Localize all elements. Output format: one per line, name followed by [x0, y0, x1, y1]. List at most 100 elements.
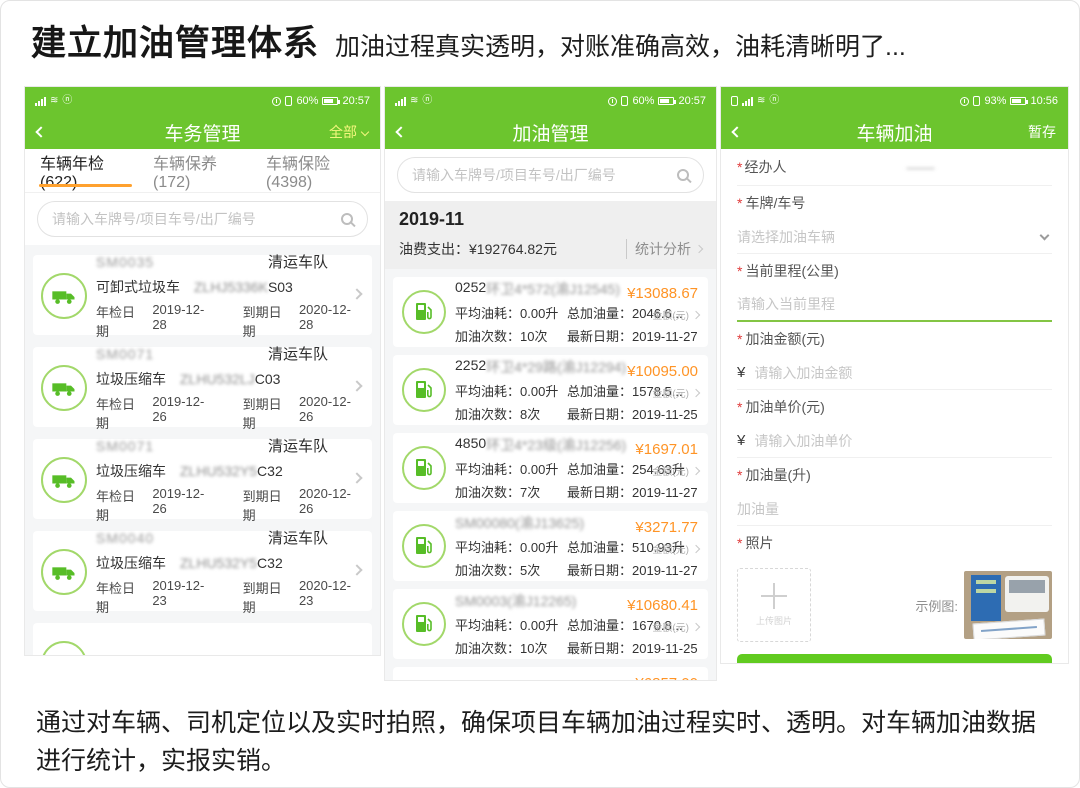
truck-icon — [41, 273, 87, 319]
fuel-management-screen: ≋ ⓝ 60% 20:57 加油管理 — [384, 86, 717, 681]
amount-value: ¥10095.00 — [627, 363, 698, 380]
vehicle-select[interactable]: 请选择加油车辆 — [737, 220, 1052, 254]
vehicle-code: C32 — [257, 463, 283, 479]
wifi-icon: ≋ — [757, 96, 765, 106]
truck-icon — [41, 549, 87, 595]
vehicle-id: SM0040 — [96, 656, 154, 657]
latest-date-label: 最新日期： — [567, 563, 632, 578]
save-draft-button[interactable]: 暂存 — [1028, 122, 1056, 142]
vibrate-icon — [973, 96, 980, 106]
vehicle-id: SM0040 — [96, 530, 154, 546]
record-plate-blurred: 环卫4*23级(渝J12256) — [486, 435, 626, 455]
total-fuel-label: 总加油量： — [567, 540, 632, 555]
filter-all-dropdown[interactable]: 全部 — [329, 122, 368, 142]
required-mark: * — [737, 399, 742, 415]
vehicle-label-row: * 车牌/车号 — [737, 186, 1052, 220]
vehicle-code-blurred: ZLHU532Y5 — [180, 555, 257, 571]
amount-value: ¥10680.41 — [627, 597, 698, 614]
fuel-record-item[interactable]: SM0003(渝J12265) 平均油耗：0.00升 总加油量：1670.8..… — [393, 589, 708, 659]
avg-fuel-label: 平均油耗： — [455, 618, 520, 633]
expiry-date: 2020-12-26 — [299, 486, 362, 524]
wifi-icon: ≋ — [50, 96, 58, 106]
expense-label: 油费支出： — [399, 241, 469, 257]
latest-date-value: 2019-11-27 — [632, 485, 698, 500]
tab-maintenance[interactable]: 车辆保养(172) — [150, 149, 247, 192]
nfc-icon: ⓝ — [62, 96, 72, 106]
total-fuel-label: 总加油量： — [567, 462, 632, 477]
mileage-placeholder: 请输入当前里程 — [737, 294, 835, 314]
amount-placeholder: 请输入加油金额 — [754, 363, 852, 383]
nav-bar: 车务管理 全部 — [25, 115, 380, 149]
operator-field[interactable]: * 经办人 —— — [737, 149, 1052, 186]
statistics-link[interactable]: 统计分析 — [626, 239, 702, 259]
fuel-pump-icon — [402, 368, 446, 412]
vehicle-list-item[interactable]: SM0040 清运车队 垃圾压缩车 ZLHU532Y5C32 年检日期 2019… — [33, 531, 372, 611]
signal-icon — [35, 97, 46, 106]
record-plate-blurred: SM00080(渝J13625) — [455, 513, 584, 533]
inspection-date: 2019-12-26 — [152, 394, 215, 432]
expiry-date: 2020-12-23 — [299, 578, 362, 616]
volume-input[interactable]: 加油量 — [737, 492, 1052, 526]
fuel-record-item[interactable]: 4850环卫4*23级(渝J12256) 平均油耗：0.00升 总加油量：254… — [393, 433, 708, 503]
amount-input[interactable]: ¥ 请输入加油金额 — [737, 356, 1052, 390]
required-mark: * — [737, 159, 742, 175]
amount-label: 加油金额(元) — [745, 329, 824, 349]
avg-fuel-label: 平均油耗： — [455, 306, 520, 321]
mileage-input[interactable]: 请输入当前里程 — [737, 288, 1052, 322]
fuel-record-item[interactable]: 2252环卫4*29路(渝J12294) 平均油耗：0.00升 总加油量：157… — [393, 355, 708, 425]
fuel-times-label: 加油次数： — [455, 485, 520, 500]
price-input[interactable]: ¥ 请输入加油单价 — [737, 424, 1052, 458]
vehicle-list-item[interactable]: SM0035 清运车队 可卸式垃圾车 ZLHJ5336KS03 年检日期 201… — [33, 255, 372, 335]
photo-section: 上传图片 示例图: — [737, 568, 1052, 642]
inspection-date-label: 年检日期 — [96, 486, 145, 524]
upload-photo-button[interactable]: 上传图片 — [737, 568, 811, 642]
search-input[interactable] — [412, 167, 669, 183]
submit-button[interactable]: 提交 — [737, 654, 1052, 664]
required-mark: * — [737, 331, 742, 347]
photo-label: 照片 — [745, 533, 773, 553]
fuel-pump-icon — [402, 290, 446, 334]
vehicle-list-item[interactable]: SM0071 清运车队 垃圾压缩车 ZLHU532LJC03 年检日期 2019… — [33, 347, 372, 427]
fuel-pump-icon — [402, 602, 446, 646]
latest-date-value: 2019-11-27 — [632, 563, 698, 578]
mileage-label-row: * 当前里程(公里) — [737, 254, 1052, 288]
vehicle-list: SM0035 清运车队 可卸式垃圾车 ZLHJ5336KS03 年检日期 201… — [25, 245, 380, 656]
battery-percent: 93% — [984, 95, 1006, 107]
record-id: 2252 — [455, 357, 486, 377]
nav-bar: 加油管理 — [385, 115, 716, 149]
screenshot-canvas: 建立加油管理体系 加油过程真实透明，对账准确高效，油耗清晰明了... ≋ ⓝ 6… — [0, 0, 1080, 788]
vehicle-list-item[interactable]: SM0040 清运车队 — [33, 623, 372, 656]
inspection-date-label: 年检日期 — [96, 394, 145, 432]
fuel-pump-icon — [402, 680, 446, 681]
fleet-name: 清运车队 — [268, 251, 328, 272]
status-bar: ≋ ⓝ 60% 20:57 — [25, 87, 380, 115]
tab-annual-inspection[interactable]: 车辆年检(622) — [37, 149, 134, 192]
expiry-date: 2020-12-28 — [299, 302, 362, 340]
latest-date-value: 2019-11-25 — [632, 407, 698, 422]
fleet-name: 清运车队 — [268, 435, 328, 456]
battery-percent: 60% — [296, 95, 318, 107]
tab-insurance[interactable]: 车辆保险(4398) — [263, 149, 368, 192]
phone-screens-row: ≋ ⓝ 60% 20:57 车务管理 全部 — [24, 86, 1069, 681]
search-box[interactable] — [397, 157, 704, 193]
expense-value: ¥192764.82元 — [469, 241, 557, 257]
battery-icon — [322, 97, 338, 105]
plus-icon — [761, 583, 787, 609]
avg-fuel-label: 平均油耗： — [455, 384, 520, 399]
amount-unit-label: 金额(元) — [652, 619, 689, 634]
search-box[interactable] — [37, 201, 368, 237]
latest-date-value: 2019-11-25 — [632, 641, 698, 656]
amount-unit-label: 金额(元) — [652, 541, 689, 556]
fuel-record-item[interactable]: SM0000 ¥6857.00 金额(元) — [393, 667, 708, 681]
battery-icon — [658, 97, 674, 105]
truck-icon — [41, 365, 87, 411]
vehicle-code: S03 — [268, 279, 293, 295]
vehicle-list-item[interactable]: SM0071 清运车队 垃圾压缩车 ZLHU532Y5C32 年检日期 2019… — [33, 439, 372, 519]
example-group: 示例图: — [915, 571, 1052, 639]
fuel-times-value: 7次 — [520, 485, 540, 500]
fuel-record-item[interactable]: SM00080(渝J13625) 平均油耗：0.00升 总加油量：510.93升… — [393, 511, 708, 581]
status-time: 20:57 — [678, 95, 706, 107]
fuel-times-label: 加油次数： — [455, 563, 520, 578]
search-input[interactable] — [52, 211, 333, 227]
fuel-record-item[interactable]: 0252环卫4*572(渝J12545) 平均油耗：0.00升 总加油量：204… — [393, 277, 708, 347]
